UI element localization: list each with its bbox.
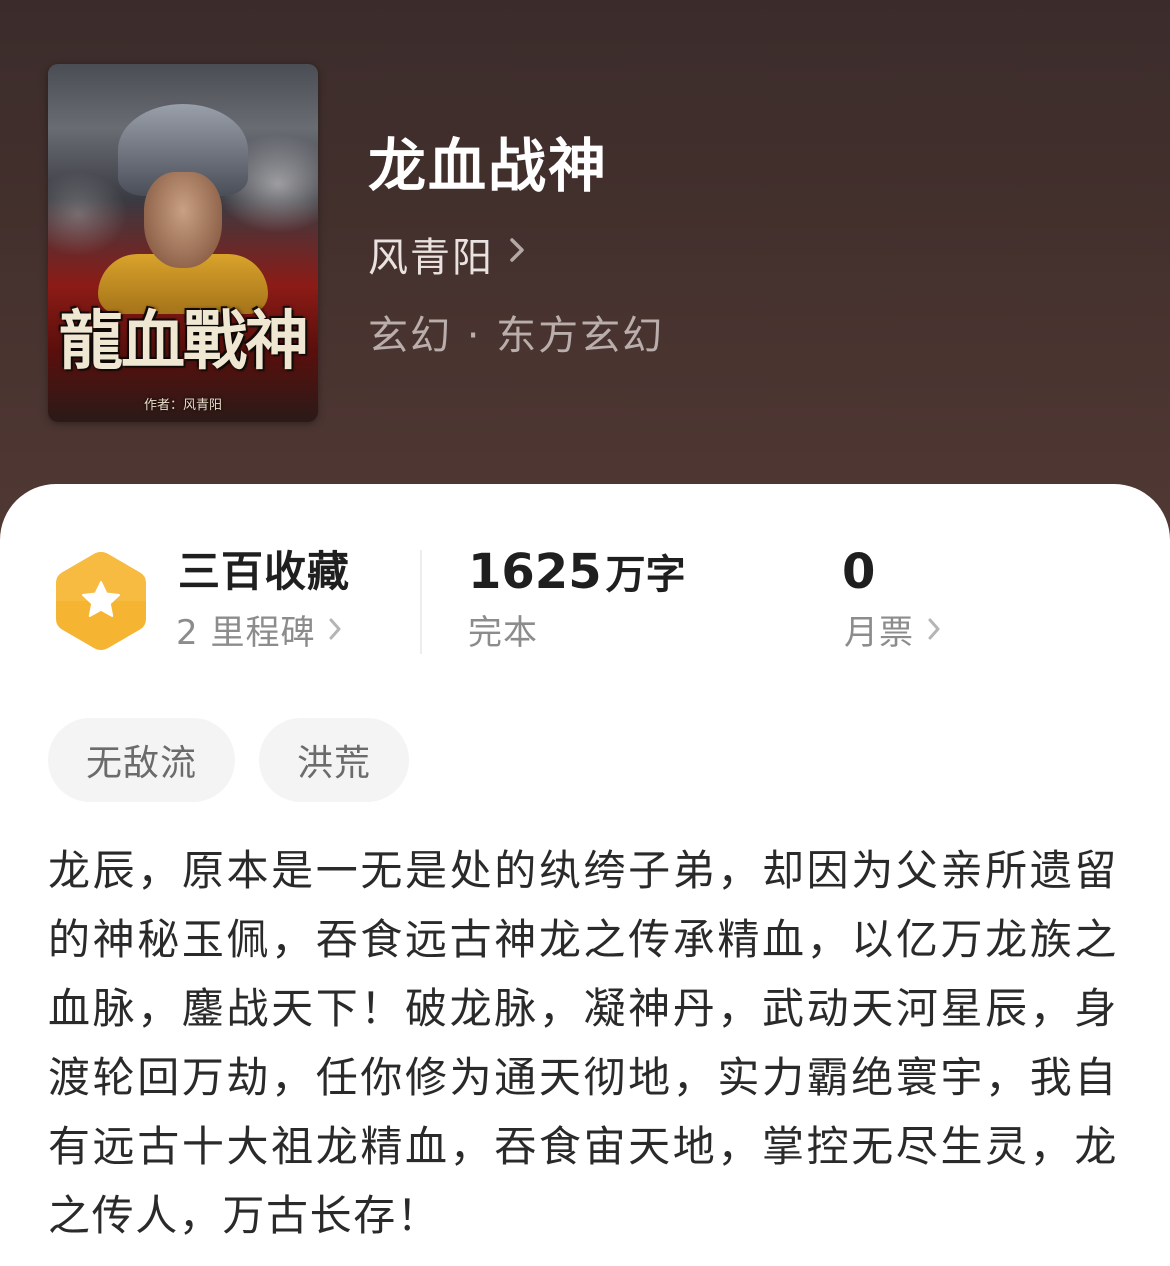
milestone-link[interactable]: 2 里程碑 — [176, 608, 343, 658]
favorites-title: 三百收藏 — [178, 547, 351, 596]
stats-divider — [420, 550, 422, 654]
word-count: 1625 万字 — [468, 542, 686, 605]
monthly-ticket-label: 月票 — [844, 613, 914, 653]
completion-status: 完本 — [468, 613, 538, 653]
cover-title-art: 龍血戰神 — [59, 304, 309, 379]
book-info-card: 三百收藏 2 里程碑 1625 万字 完本 0 月票 无敌流 洪荒 龙辰，原本是… — [0, 484, 1170, 1266]
chevron-right-icon — [926, 608, 942, 658]
cover-face-art — [144, 172, 222, 268]
cover-author-line: 作者：风青阳 — [143, 398, 222, 413]
tag-chip[interactable]: 无敌流 — [48, 718, 236, 802]
tag-list: 无敌流 洪荒 — [48, 718, 433, 802]
monthly-ticket-count: 0 — [842, 544, 876, 600]
author-link[interactable]: 风青阳 — [368, 226, 526, 282]
author-name: 风青阳 — [368, 235, 494, 281]
book-description: 龙辰，原本是一无是处的纨绔子弟，却因为父亲所遗留的神秘玉佩，吞食远古神龙之传承精… — [48, 846, 1118, 1240]
monthly-ticket-link[interactable]: 月票 — [844, 608, 942, 658]
chevron-right-icon — [508, 234, 526, 274]
chevron-right-icon — [327, 608, 343, 658]
book-title: 龙血战神 — [368, 132, 609, 200]
milestone-label: 2 里程碑 — [176, 613, 316, 653]
word-count-number: 1625 — [468, 544, 602, 600]
book-cover-image[interactable]: 龍血戰神 作者：风青阳 — [48, 64, 318, 422]
word-count-unit: 万字 — [605, 552, 686, 598]
genre-label: 玄幻 · 东方玄幻 — [368, 313, 665, 359]
book-header: 龍血戰神 作者：风青阳 龙血战神 风青阳 玄幻 · 东方玄幻 — [0, 0, 1170, 560]
star-badge-icon[interactable] — [52, 548, 150, 654]
tag-chip[interactable]: 洪荒 — [259, 718, 410, 802]
